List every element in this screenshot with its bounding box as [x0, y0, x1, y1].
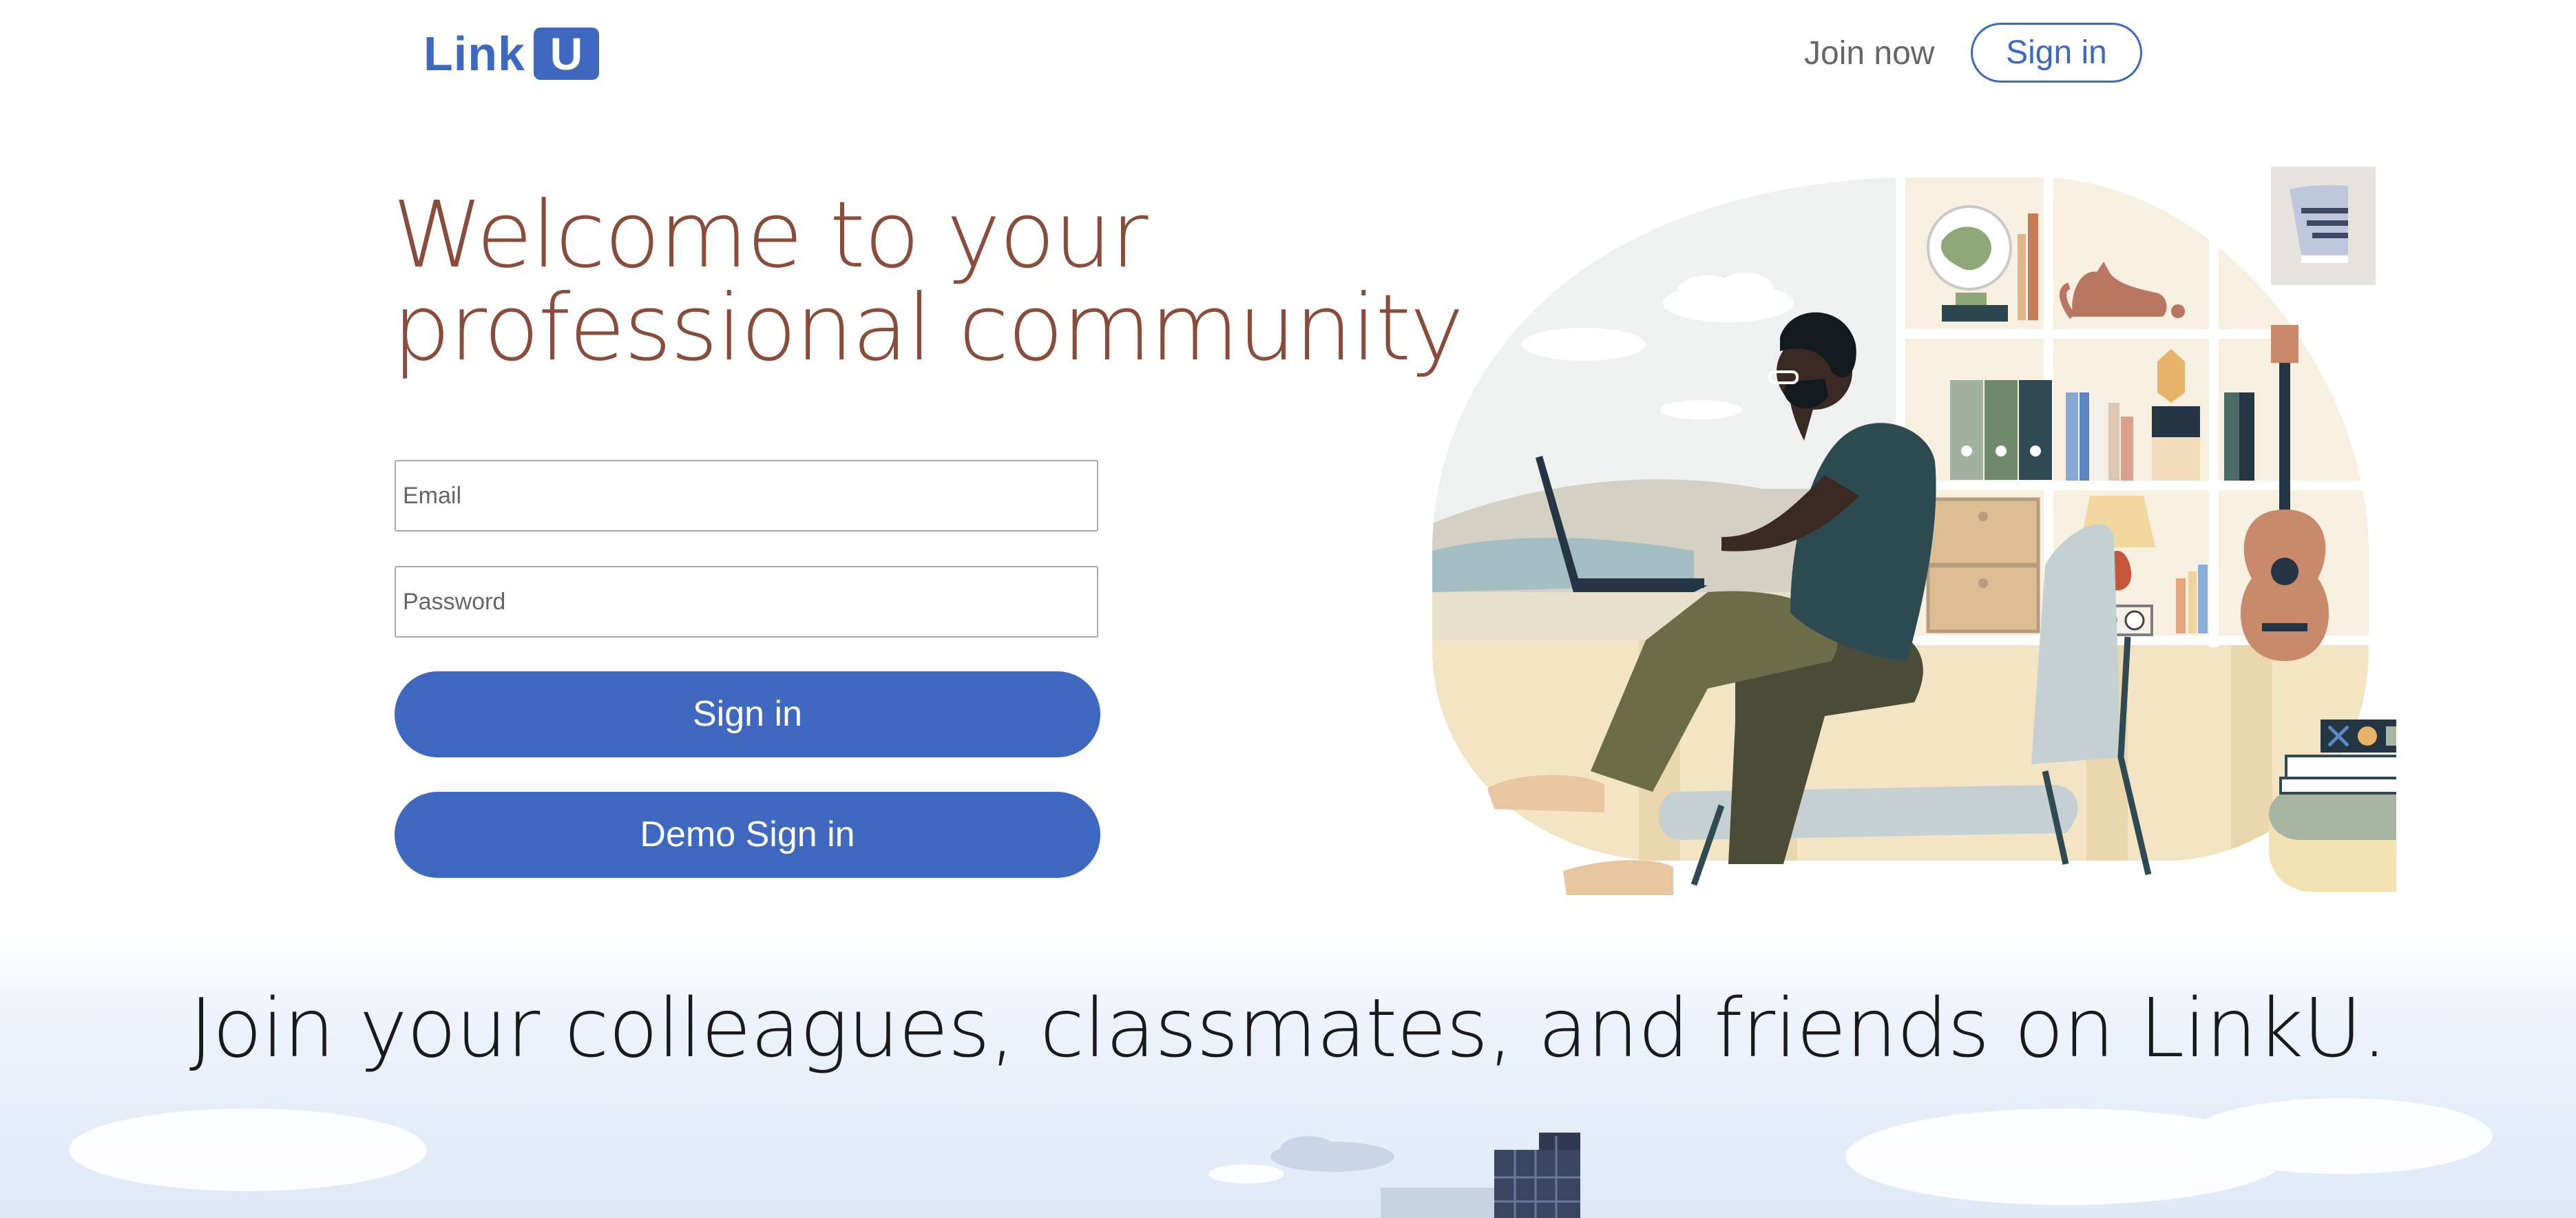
- linku-logo[interactable]: Link U: [423, 28, 599, 80]
- demo-sign-in-button[interactable]: Demo Sign in: [395, 792, 1100, 878]
- hero-title: Welcome to your professional community: [392, 182, 1464, 381]
- binders: [1950, 380, 2052, 480]
- drawer-unit: [1926, 497, 2040, 633]
- email-input[interactable]: [395, 460, 1098, 532]
- hero-illustration: [1432, 167, 2396, 895]
- page-root: Link U Join now Sign in Welcome to your …: [0, 0, 2576, 1218]
- password-input[interactable]: [395, 566, 1098, 638]
- sign-in-button[interactable]: Sign in: [395, 671, 1100, 757]
- nav-sign-in-button[interactable]: Sign in: [1971, 23, 2142, 83]
- building: [1494, 1133, 1580, 1218]
- wall-picture: [2271, 167, 2376, 285]
- logo-badge: U: [533, 28, 599, 80]
- join-now-link[interactable]: Join now: [1804, 31, 1934, 76]
- footer-tagline: Join your colleagues, classmates, and fr…: [189, 980, 2387, 1075]
- hero-title-line-1: Welcome to your: [392, 182, 1149, 288]
- logo-wordmark: Link: [423, 27, 525, 81]
- hero-title-line-2: professional community: [392, 275, 1464, 381]
